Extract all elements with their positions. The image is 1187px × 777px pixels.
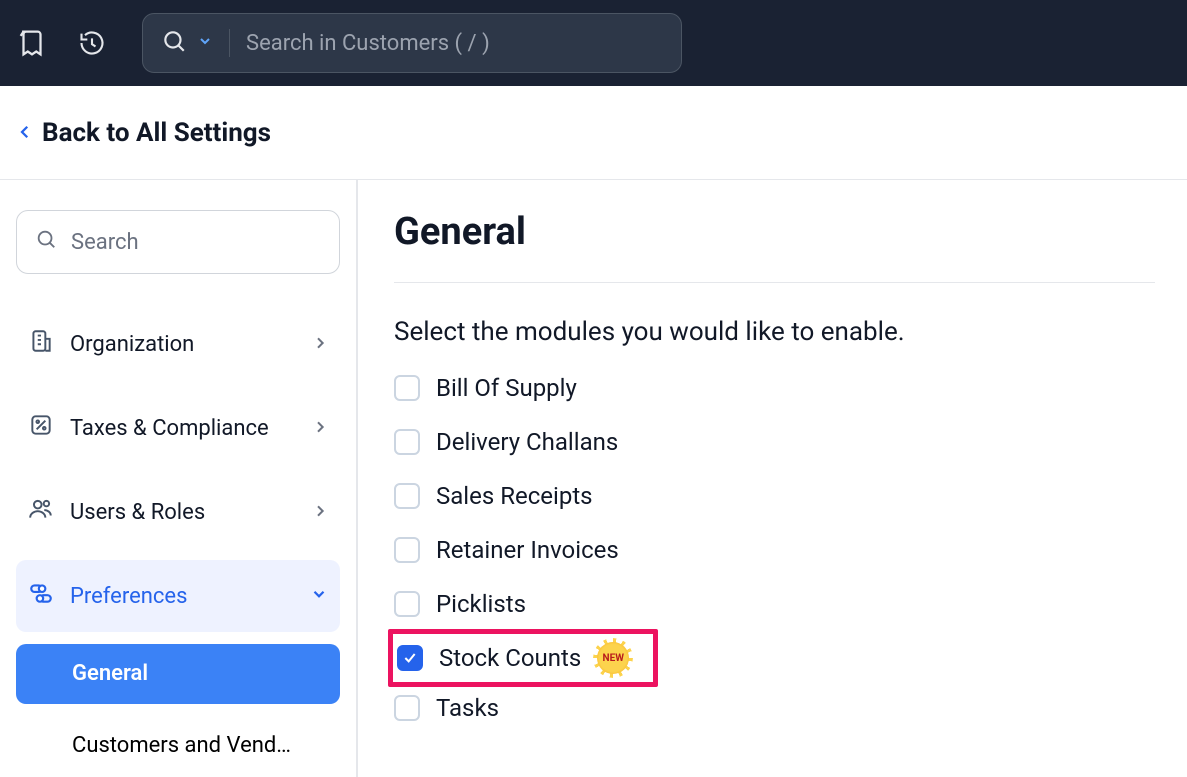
settings-sidebar: Search Organization bbox=[0, 180, 358, 777]
checkbox[interactable] bbox=[397, 645, 423, 671]
new-badge-icon: NEW bbox=[597, 642, 629, 674]
module-label: Sales Receipts bbox=[436, 482, 593, 510]
users-icon bbox=[28, 496, 54, 528]
module-label: Stock Counts bbox=[439, 644, 581, 672]
sidebar-item-preferences[interactable]: Preferences bbox=[16, 560, 340, 632]
back-row: Back to All Settings bbox=[0, 86, 1187, 180]
checkbox[interactable] bbox=[394, 429, 420, 455]
sidebar-item-label: Taxes & Compliance bbox=[70, 416, 269, 441]
main-content: General Select the modules you would lik… bbox=[358, 180, 1187, 777]
module-row-picklists[interactable]: Picklists bbox=[394, 589, 1155, 619]
search-icon bbox=[161, 28, 187, 58]
search-placeholder: Search in Customers ( / ) bbox=[246, 31, 490, 56]
page-subtitle: Select the modules you would like to ena… bbox=[394, 317, 1155, 347]
checkbox[interactable] bbox=[394, 375, 420, 401]
module-label: Bill Of Supply bbox=[436, 374, 577, 402]
checkbox[interactable] bbox=[394, 483, 420, 509]
chevron-right-icon bbox=[312, 332, 328, 357]
module-row-delivery-challans[interactable]: Delivery Challans bbox=[394, 427, 1155, 457]
module-row-tasks[interactable]: Tasks bbox=[394, 693, 1155, 723]
percent-icon bbox=[28, 412, 54, 444]
sidebar-item-label: Organization bbox=[70, 332, 194, 357]
global-search[interactable]: Search in Customers ( / ) bbox=[142, 13, 682, 73]
sidebar-search[interactable]: Search bbox=[16, 210, 340, 274]
sidebar-sub-general[interactable]: General bbox=[16, 644, 340, 704]
sliders-icon bbox=[28, 580, 54, 612]
body: Search Organization bbox=[0, 180, 1187, 777]
sidebar-sub-customers[interactable]: Customers and Vend… bbox=[16, 716, 340, 776]
checkbox[interactable] bbox=[394, 591, 420, 617]
module-label: Delivery Challans bbox=[436, 428, 618, 456]
checkbox[interactable] bbox=[394, 695, 420, 721]
sidebar-item-organization[interactable]: Organization bbox=[16, 308, 340, 380]
chevron-right-icon bbox=[312, 500, 328, 525]
module-label: Retainer Invoices bbox=[436, 536, 619, 564]
module-row-sales-receipts[interactable]: Sales Receipts bbox=[394, 481, 1155, 511]
sidebar-item-label: Users & Roles bbox=[70, 500, 205, 525]
chevron-down-icon bbox=[310, 584, 328, 609]
module-label: Picklists bbox=[436, 590, 526, 618]
search-icon bbox=[35, 228, 57, 256]
divider bbox=[229, 29, 230, 57]
checkbox[interactable] bbox=[394, 537, 420, 563]
chevron-down-icon bbox=[197, 33, 213, 53]
sidebar-search-placeholder: Search bbox=[71, 230, 139, 255]
back-to-settings-link[interactable]: Back to All Settings bbox=[16, 118, 271, 148]
chevron-right-icon bbox=[312, 416, 328, 441]
building-icon bbox=[28, 328, 54, 360]
sidebar-item-users[interactable]: Users & Roles bbox=[16, 476, 340, 548]
sidebar-sub-label: General bbox=[72, 661, 148, 686]
module-row-retainer-invoices[interactable]: Retainer Invoices bbox=[394, 535, 1155, 565]
module-row-bill-of-supply[interactable]: Bill Of Supply bbox=[394, 373, 1155, 403]
history-icon[interactable] bbox=[72, 23, 112, 63]
module-label: Tasks bbox=[436, 694, 499, 722]
topbar: Search in Customers ( / ) bbox=[0, 0, 1187, 86]
back-link-label: Back to All Settings bbox=[42, 118, 271, 148]
highlight-box: Stock Counts NEW bbox=[388, 629, 658, 687]
sidebar-item-label: Preferences bbox=[70, 584, 187, 609]
app-logo-icon[interactable] bbox=[12, 23, 52, 63]
sidebar-item-taxes[interactable]: Taxes & Compliance bbox=[16, 392, 340, 464]
sidebar-sub-label: Customers and Vend… bbox=[72, 733, 291, 758]
module-row-stock-counts[interactable]: Stock Counts NEW bbox=[394, 643, 1155, 673]
chevron-left-icon bbox=[16, 118, 34, 148]
page-title: General bbox=[394, 210, 1155, 283]
